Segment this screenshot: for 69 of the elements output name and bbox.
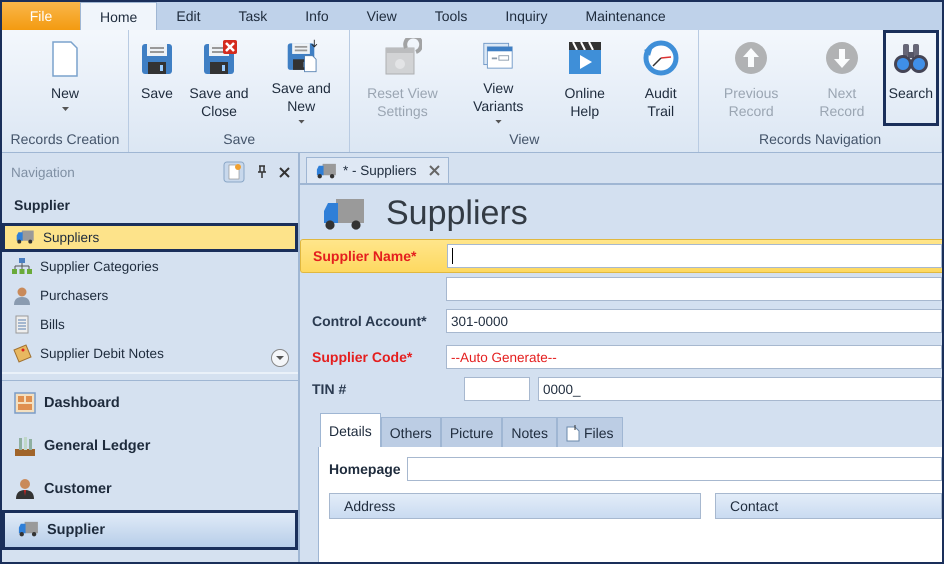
group-header: Address (329, 493, 701, 519)
page-title: Suppliers (386, 194, 528, 232)
input-field[interactable] (406, 457, 942, 481)
tab[interactable]: Files (556, 417, 623, 447)
ribbon-button[interactable]: Audit Trail (625, 36, 696, 126)
person-icon (12, 286, 32, 306)
tab[interactable]: Others (380, 417, 441, 447)
note-icon (223, 161, 245, 183)
ribbon-button[interactable]: View Variants (452, 36, 544, 126)
field-label: Supplier Code* (312, 349, 414, 365)
navigation-pane-button[interactable]: Dashboard (2, 381, 298, 424)
section-title: Supplier (13, 196, 72, 215)
menu-tab[interactable]: View (348, 2, 416, 30)
navigation-item[interactable]: Bills (2, 310, 298, 339)
ribbon-button[interactable]: Search (882, 30, 939, 126)
navigation-item[interactable]: Supplier Debit Notes (2, 339, 298, 368)
caret-icon (62, 107, 68, 111)
group-title: Save (222, 130, 256, 149)
navigation-item[interactable]: Supplier Categories (2, 252, 298, 281)
caret-icon (298, 120, 305, 124)
ribbon-button[interactable]: New (4, 36, 126, 126)
navigation-pane-button[interactable]: General Ledger (2, 424, 298, 467)
note-icon (12, 344, 32, 364)
ribbon-button[interactable]: Online Help (544, 36, 626, 126)
group-header: Contact (715, 493, 942, 519)
scroll-down-icon (270, 348, 290, 368)
panel-title: Navigation (11, 164, 76, 180)
input-field[interactable]: 0000_ (538, 377, 942, 401)
menu-tab[interactable]: Tools (416, 2, 486, 30)
tab[interactable]: Picture (440, 417, 502, 447)
text-cursor (452, 248, 453, 264)
input-field[interactable] (447, 244, 942, 268)
close-icon (279, 166, 290, 178)
field-label: TIN # (312, 381, 348, 397)
menu-tab[interactable]: Maintenance (566, 2, 685, 30)
tab[interactable]: Details (320, 413, 381, 447)
ribbon-button[interactable]: Save and New (255, 36, 348, 126)
navigation-item[interactable]: Purchasers (2, 281, 298, 310)
field-label: Supplier Name* (313, 248, 418, 264)
document-icon (566, 424, 580, 442)
tab[interactable]: Notes (502, 417, 557, 447)
input-field[interactable] (464, 377, 530, 401)
group-title: View (508, 130, 540, 149)
ledger-icon (14, 434, 36, 456)
dashboard-icon (14, 392, 36, 414)
navigation-item[interactable]: Suppliers (2, 223, 298, 252)
close-icon (428, 165, 440, 176)
document-tab[interactable]: * - Suppliers (306, 157, 449, 183)
field-label: Homepage (329, 461, 401, 477)
pin-icon (257, 165, 267, 179)
menu-tab[interactable]: Inquiry (486, 2, 566, 30)
input-field[interactable] (446, 277, 942, 301)
caret-icon (494, 120, 502, 124)
navigation-pane-button[interactable]: Customer (2, 467, 298, 510)
field-label: Control Account* (312, 313, 428, 329)
menu-tab[interactable]: Edit (157, 2, 220, 30)
ribbon-button[interactable]: Save (131, 36, 183, 126)
group-title: Records Navigation (758, 130, 882, 149)
menu-tab[interactable]: Info (286, 2, 348, 30)
input-field[interactable]: --Auto Generate-- (446, 345, 942, 369)
panel-splitter[interactable] (2, 372, 298, 381)
menu-tab[interactable]: Task (219, 2, 286, 30)
menu-tab[interactable]: Home (80, 2, 158, 30)
input-field[interactable]: 301-0000 (446, 309, 942, 333)
hierarchy-icon (12, 256, 32, 276)
group-title: Records Creation (10, 130, 120, 149)
ribbon-button[interactable]: Save and Close (183, 36, 255, 126)
person-icon (14, 478, 36, 500)
navigation-pane-button[interactable]: Supplier (2, 510, 298, 550)
